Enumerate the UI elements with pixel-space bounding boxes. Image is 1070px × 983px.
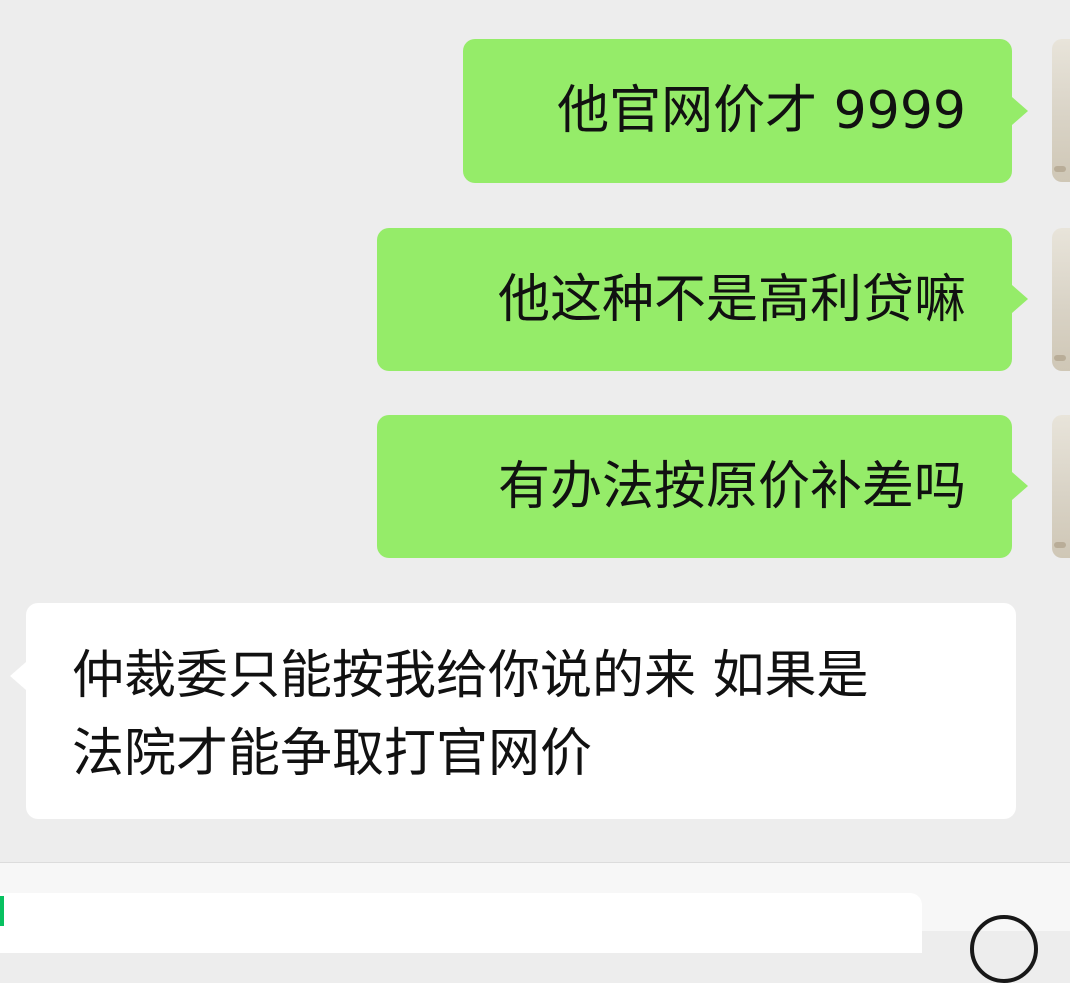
message-input-field[interactable]	[0, 893, 922, 953]
chat-message-list[interactable]: 他官网价才 9999 他这种不是高利贷嘛 有办法按原价补差吗 仲裁委只能按我给你…	[0, 0, 1070, 862]
message-text-line: 仲裁委只能按我给你说的来 如果是	[72, 646, 869, 706]
incoming-message-bubble[interactable]: 仲裁委只能按我给你说的来 如果是 法院才能争取打官网价	[26, 603, 1016, 819]
chat-input-bar	[0, 862, 1070, 983]
text-cursor	[0, 896, 4, 926]
message-text-line: 法院才能争取打官网价	[72, 724, 593, 784]
message-row-incoming-1: 仲裁委只能按我给你说的来 如果是 法院才能争取打官网价	[0, 0, 1070, 830]
voice-input-icon[interactable]	[970, 915, 1038, 983]
bubble-tail	[10, 662, 26, 690]
